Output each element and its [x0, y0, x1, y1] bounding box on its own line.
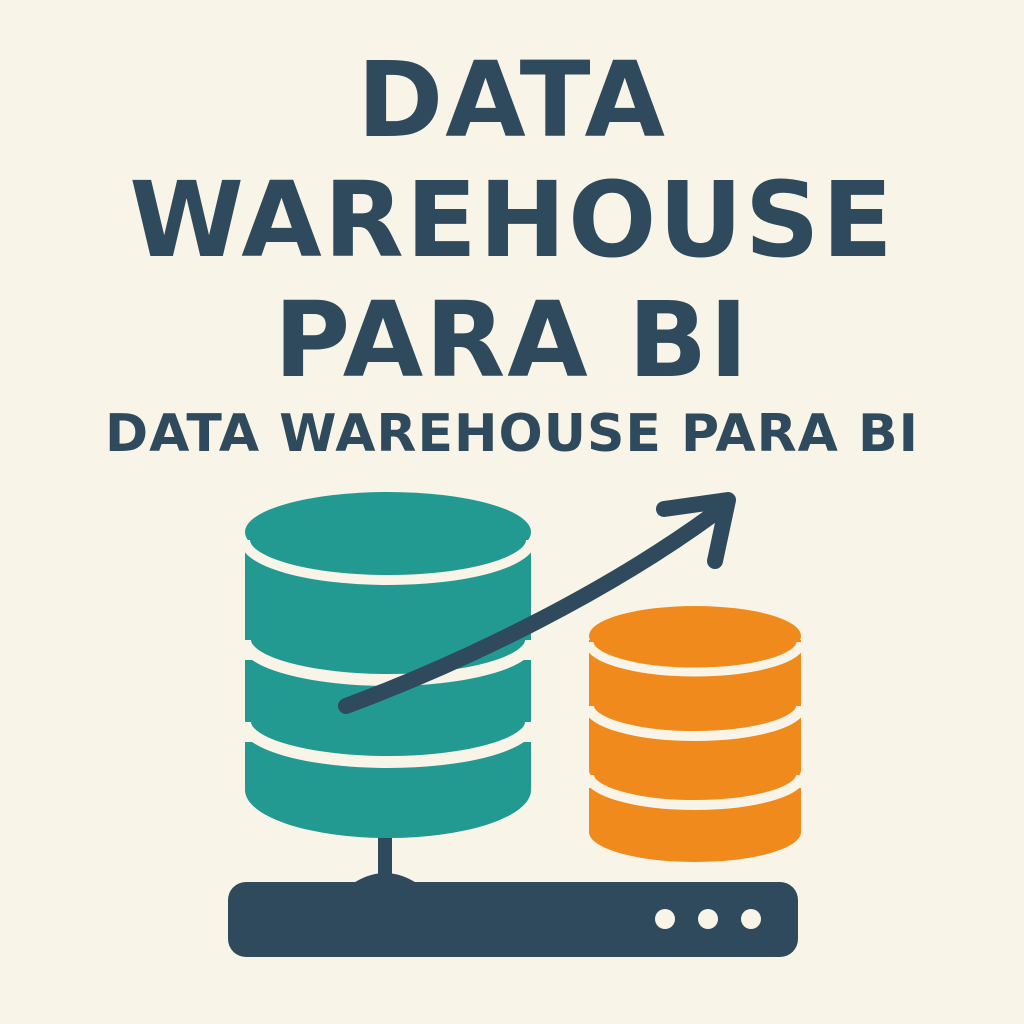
server-led-1 [655, 909, 675, 929]
illustration-canvas: DATA WAREHOUSE PARA BI DATA WAREHOUSE PA… [0, 0, 1024, 1024]
connector-stem [352, 835, 418, 884]
server-led-3 [741, 909, 761, 929]
small-database-icon [584, 606, 806, 862]
illustration [228, 492, 806, 957]
server-icon [228, 882, 798, 957]
large-database-icon [239, 492, 537, 838]
server-led-2 [698, 909, 718, 929]
